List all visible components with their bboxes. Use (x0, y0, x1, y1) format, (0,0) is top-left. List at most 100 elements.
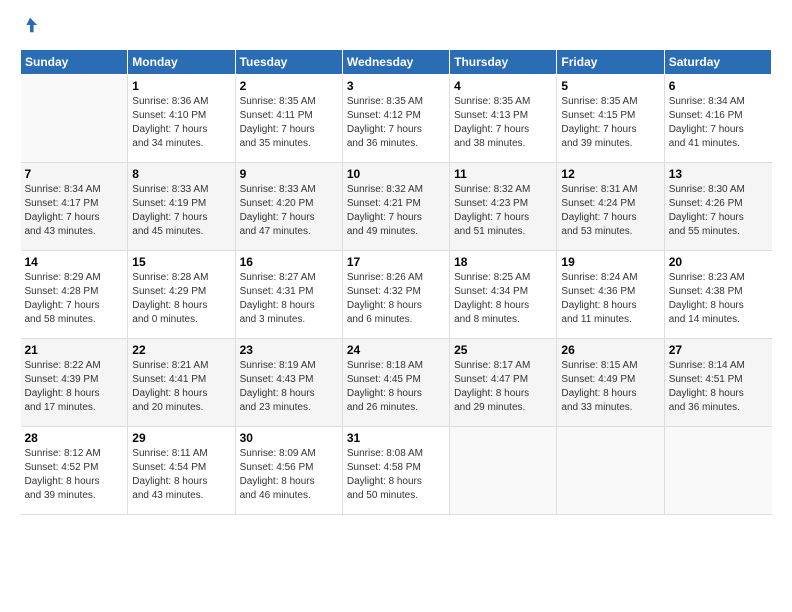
calendar-cell (450, 427, 557, 515)
day-info: Sunrise: 8:19 AMSunset: 4:43 PMDaylight:… (240, 359, 338, 415)
calendar-cell: 11Sunrise: 8:32 AMSunset: 4:23 PMDayligh… (450, 163, 557, 251)
weekday-header-tuesday: Tuesday (235, 50, 342, 75)
calendar-cell: 25 Sunrise: 8:17 AMSunset: 4:47 PMDayligh… (450, 339, 557, 427)
day-number: 16 (240, 255, 338, 269)
calendar-cell: 12 Sunrise: 8:31 AMSunset: 4:24 PMDayligh… (557, 163, 664, 251)
day-info: Sunrise: 8:23 AMSunset: 4:38 PMDaylight:… (669, 271, 768, 327)
day-number: 2 (240, 79, 338, 93)
weekday-header-saturday: Saturday (664, 50, 771, 75)
day-number: 25 (454, 343, 552, 357)
day-info: Sunrise: 8:18 AMSunset: 4:45 PMDaylight:… (347, 359, 445, 415)
week-row-1: 1 Sunrise: 8:36 AMSunset: 4:10 PMDaylight… (21, 75, 772, 163)
day-number: 27 (669, 343, 768, 357)
day-number: 26 (561, 343, 659, 357)
day-info: Sunrise: 8:27 AMSunset: 4:31 PMDaylight:… (240, 271, 338, 327)
day-info: Sunrise: 8:34 AMSunset: 4:17 PMDaylight:… (25, 183, 124, 239)
day-info: Sunrise: 8:35 AMSunset: 4:15 PMDaylight:… (561, 95, 659, 151)
day-info: Sunrise: 8:30 AMSunset: 4:26 PMDaylight:… (669, 183, 768, 239)
calendar-cell: 17 Sunrise: 8:26 AMSunset: 4:32 PMDayligh… (342, 251, 449, 339)
day-number: 15 (132, 255, 230, 269)
day-number: 13 (669, 167, 768, 181)
calendar-cell (557, 427, 664, 515)
day-number: 30 (240, 431, 338, 445)
day-number: 31 (347, 431, 445, 445)
day-info: Sunrise: 8:32 AMSunset: 4:21 PMDaylight:… (347, 183, 445, 239)
calendar-cell: 6Sunrise: 8:34 AMSunset: 4:16 PMDaylight… (664, 75, 771, 163)
calendar-cell: 4 Sunrise: 8:35 AMSunset: 4:13 PMDaylight… (450, 75, 557, 163)
day-number: 4 (454, 79, 552, 93)
calendar-cell: 15 Sunrise: 8:28 AMSunset: 4:29 PMDayligh… (128, 251, 235, 339)
day-number: 18 (454, 255, 552, 269)
day-info: Sunrise: 8:24 AMSunset: 4:36 PMDaylight:… (561, 271, 659, 327)
logo (20, 16, 39, 39)
calendar-cell: 16 Sunrise: 8:27 AMSunset: 4:31 PMDayligh… (235, 251, 342, 339)
day-info: Sunrise: 8:12 AMSunset: 4:52 PMDaylight:… (25, 447, 124, 503)
day-info: Sunrise: 8:21 AMSunset: 4:41 PMDaylight:… (132, 359, 230, 415)
day-number: 17 (347, 255, 445, 269)
logo-icon (21, 16, 39, 34)
day-number: 24 (347, 343, 445, 357)
day-info: Sunrise: 8:17 AMSunset: 4:47 PMDaylight:… (454, 359, 552, 415)
calendar-cell: 29Sunrise: 8:11 AMSunset: 4:54 PMDayligh… (128, 427, 235, 515)
day-number: 23 (240, 343, 338, 357)
day-number: 12 (561, 167, 659, 181)
day-number: 5 (561, 79, 659, 93)
day-info: Sunrise: 8:36 AMSunset: 4:10 PMDaylight:… (132, 95, 230, 151)
calendar-cell: 14 Sunrise: 8:29 AMSunset: 4:28 PMDayligh… (21, 251, 128, 339)
calendar-cell: 19 Sunrise: 8:24 AMSunset: 4:36 PMDayligh… (557, 251, 664, 339)
day-number: 21 (25, 343, 124, 357)
day-number: 3 (347, 79, 445, 93)
header (20, 16, 772, 39)
calendar-cell: 26 Sunrise: 8:15 AMSunset: 4:49 PMDayligh… (557, 339, 664, 427)
calendar-cell (664, 427, 771, 515)
calendar-cell: 9 Sunrise: 8:33 AMSunset: 4:20 PMDaylight… (235, 163, 342, 251)
calendar-cell: 20 Sunrise: 8:23 AMSunset: 4:38 PMDayligh… (664, 251, 771, 339)
weekday-header-thursday: Thursday (450, 50, 557, 75)
day-number: 20 (669, 255, 768, 269)
day-info: Sunrise: 8:25 AMSunset: 4:34 PMDaylight:… (454, 271, 552, 327)
day-number: 9 (240, 167, 338, 181)
calendar-cell: 1 Sunrise: 8:36 AMSunset: 4:10 PMDaylight… (128, 75, 235, 163)
day-number: 8 (132, 167, 230, 181)
calendar-cell: 31 Sunrise: 8:08 AMSunset: 4:58 PMDayligh… (342, 427, 449, 515)
day-info: Sunrise: 8:15 AMSunset: 4:49 PMDaylight:… (561, 359, 659, 415)
day-info: Sunrise: 8:32 AMSunset: 4:23 PMDaylight:… (454, 183, 552, 239)
day-info: Sunrise: 8:28 AMSunset: 4:29 PMDaylight:… (132, 271, 230, 327)
calendar-cell: 30 Sunrise: 8:09 AMSunset: 4:56 PMDayligh… (235, 427, 342, 515)
day-info: Sunrise: 8:26 AMSunset: 4:32 PMDaylight:… (347, 271, 445, 327)
calendar-cell: 13 Sunrise: 8:30 AMSunset: 4:26 PMDayligh… (664, 163, 771, 251)
day-number: 7 (25, 167, 124, 181)
calendar-cell: 27 Sunrise: 8:14 AMSunset: 4:51 PMDayligh… (664, 339, 771, 427)
calendar-table: SundayMondayTuesdayWednesdayThursdayFrid… (20, 49, 772, 515)
day-info: Sunrise: 8:33 AMSunset: 4:20 PMDaylight:… (240, 183, 338, 239)
day-info: Sunrise: 8:08 AMSunset: 4:58 PMDaylight:… (347, 447, 445, 503)
weekday-header-wednesday: Wednesday (342, 50, 449, 75)
day-number: 22 (132, 343, 230, 357)
day-number: 19 (561, 255, 659, 269)
day-info: Sunrise: 8:29 AMSunset: 4:28 PMDaylight:… (25, 271, 124, 327)
day-number: 28 (25, 431, 124, 445)
day-info: Sunrise: 8:14 AMSunset: 4:51 PMDaylight:… (669, 359, 768, 415)
calendar-cell: 7 Sunrise: 8:34 AMSunset: 4:17 PMDaylight… (21, 163, 128, 251)
calendar-cell: 24 Sunrise: 8:18 AMSunset: 4:45 PMDayligh… (342, 339, 449, 427)
calendar-cell: 22 Sunrise: 8:21 AMSunset: 4:41 PMDayligh… (128, 339, 235, 427)
calendar-cell: 5 Sunrise: 8:35 AMSunset: 4:15 PMDaylight… (557, 75, 664, 163)
week-row-4: 21 Sunrise: 8:22 AMSunset: 4:39 PMDayligh… (21, 339, 772, 427)
day-info: Sunrise: 8:35 AMSunset: 4:12 PMDaylight:… (347, 95, 445, 151)
calendar-cell: 21 Sunrise: 8:22 AMSunset: 4:39 PMDayligh… (21, 339, 128, 427)
day-number: 14 (25, 255, 124, 269)
weekday-header-sunday: Sunday (21, 50, 128, 75)
day-number: 29 (132, 431, 230, 445)
day-info: Sunrise: 8:31 AMSunset: 4:24 PMDaylight:… (561, 183, 659, 239)
week-row-3: 14 Sunrise: 8:29 AMSunset: 4:28 PMDayligh… (21, 251, 772, 339)
day-info: Sunrise: 8:09 AMSunset: 4:56 PMDaylight:… (240, 447, 338, 503)
calendar-cell (21, 75, 128, 163)
calendar-cell: 10Sunrise: 8:32 AMSunset: 4:21 PMDayligh… (342, 163, 449, 251)
day-info: Sunrise: 8:33 AMSunset: 4:19 PMDaylight:… (132, 183, 230, 239)
week-row-2: 7 Sunrise: 8:34 AMSunset: 4:17 PMDaylight… (21, 163, 772, 251)
day-info: Sunrise: 8:22 AMSunset: 4:39 PMDaylight:… (25, 359, 124, 415)
day-number: 1 (132, 79, 230, 93)
day-info: Sunrise: 8:35 AMSunset: 4:11 PMDaylight:… (240, 95, 338, 151)
day-info: Sunrise: 8:35 AMSunset: 4:13 PMDaylight:… (454, 95, 552, 151)
weekday-header-monday: Monday (128, 50, 235, 75)
